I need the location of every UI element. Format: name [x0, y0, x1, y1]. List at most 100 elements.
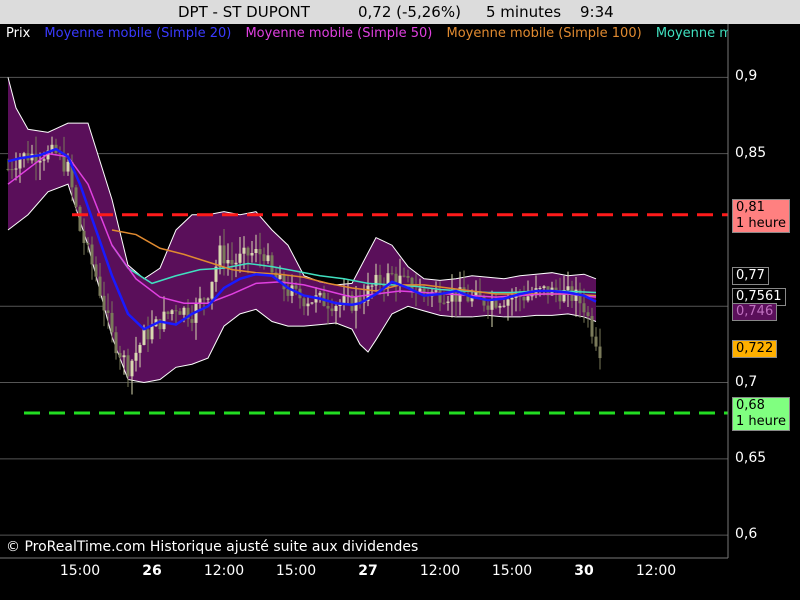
price-bar — [98, 276, 102, 296]
price-bar — [454, 291, 458, 302]
price-bar — [226, 259, 230, 264]
price-bar — [202, 298, 206, 300]
tag-0746: 0,746 — [732, 303, 778, 322]
price-bar — [306, 303, 310, 307]
price-bar — [330, 308, 334, 312]
quote-change: 0,72 (-5,26%) — [358, 3, 461, 21]
price-bar — [538, 287, 542, 289]
price-bar — [6, 168, 10, 170]
price-bar — [146, 329, 150, 340]
x-day-label: 26 — [142, 563, 162, 579]
x-time-label: 15:00 — [275, 563, 317, 579]
price-bar — [182, 307, 186, 315]
price-bar — [334, 306, 338, 312]
price-bar — [106, 310, 110, 313]
price-bar — [166, 311, 170, 314]
price-bar — [218, 245, 222, 267]
legend-ma100[interactable]: Moyenne mobile (Simple 100) — [447, 26, 642, 41]
price-bar — [118, 353, 122, 358]
price-bar — [134, 352, 138, 361]
price-bar — [130, 360, 134, 377]
price-bar — [258, 249, 262, 255]
x-time-label: 15:00 — [491, 563, 533, 579]
price-bar — [10, 169, 14, 171]
price-bar — [406, 275, 410, 278]
price-bar — [246, 247, 250, 256]
symbol-title: DPT - ST DUPONT — [178, 3, 310, 21]
price-bar — [378, 274, 382, 285]
y-tick-label: 0,65 — [735, 449, 767, 466]
price-bar — [326, 305, 330, 309]
price-bar — [438, 290, 442, 303]
resistance-tag[interactable]: 0,81 1 heure — [732, 198, 790, 233]
x-time-label: 12:00 — [635, 563, 677, 579]
price-bar — [234, 262, 238, 265]
price-bar — [566, 286, 570, 290]
price-bar — [526, 296, 530, 301]
price-bar — [110, 312, 114, 333]
price-bar — [522, 296, 526, 301]
price-bar — [302, 298, 306, 307]
price-bar — [446, 301, 450, 303]
y-tick-label: 0,6 — [735, 526, 758, 543]
price-bar — [442, 302, 446, 304]
price-bar — [286, 289, 290, 296]
resistance-tag-value: 0,81 — [736, 199, 765, 215]
price-bar — [294, 285, 298, 289]
price-bar — [102, 295, 106, 311]
price-bar — [582, 303, 586, 313]
price-bar — [94, 264, 98, 277]
price-bar — [498, 305, 502, 308]
resistance-tag-period: 1 heure — [736, 215, 786, 231]
price-bar — [370, 285, 374, 287]
interval-label: 5 minutes — [486, 3, 562, 21]
price-bar — [510, 297, 514, 300]
x-time-label: 12:00 — [419, 563, 461, 579]
price-bar — [210, 281, 214, 299]
tag-077: 0,77 — [732, 266, 769, 285]
price-bar — [390, 273, 394, 275]
price-bar — [242, 247, 246, 254]
quote-time: 9:34 — [580, 3, 614, 21]
price-bar — [590, 316, 594, 337]
price-bar — [342, 296, 346, 304]
price-bar — [138, 344, 142, 353]
price-bar — [502, 305, 506, 307]
price-bar — [494, 300, 498, 308]
price-bar — [278, 274, 282, 280]
price-bar — [126, 355, 130, 377]
price-bar — [82, 230, 86, 244]
price-chart[interactable] — [0, 24, 800, 600]
price-bar — [310, 302, 314, 304]
price-bar — [86, 243, 90, 245]
price-bar — [266, 255, 270, 262]
price-bar — [114, 332, 118, 354]
price-bar — [14, 168, 18, 170]
x-day-label: 30 — [574, 563, 594, 579]
price-bar — [586, 312, 590, 317]
support-tag-period: 1 heure — [736, 414, 786, 430]
legend-prix[interactable]: Prix — [6, 26, 30, 41]
price-bar — [150, 326, 154, 340]
price-bar — [74, 187, 78, 207]
y-tick-label: 0,7 — [735, 373, 758, 390]
price-bar — [42, 159, 46, 161]
x-day-label: 27 — [358, 563, 378, 579]
chart-header: DPT - ST DUPONT 0,72 (-5,26%) 5 minutes … — [0, 0, 800, 24]
x-time-label: 12:00 — [203, 563, 245, 579]
price-bar — [434, 290, 438, 292]
price-bar — [206, 298, 210, 300]
legend-ma20[interactable]: Moyenne mobile (Simple 20) — [44, 26, 231, 41]
price-bar — [506, 299, 510, 306]
price-bar — [122, 355, 126, 358]
price-bar — [18, 158, 22, 169]
tag-0722: 0,722 — [732, 339, 778, 358]
legend-ma-extra[interactable]: Moyenne mobile — [656, 26, 728, 41]
support-tag[interactable]: 0,68 1 heure — [732, 397, 790, 432]
price-bar — [142, 329, 146, 345]
y-tick-label: 0,9 — [735, 68, 758, 85]
legend-ma50[interactable]: Moyenne mobile (Simple 50) — [245, 26, 432, 41]
price-bar — [230, 259, 234, 265]
price-bar — [418, 288, 422, 292]
price-bar — [178, 311, 182, 315]
